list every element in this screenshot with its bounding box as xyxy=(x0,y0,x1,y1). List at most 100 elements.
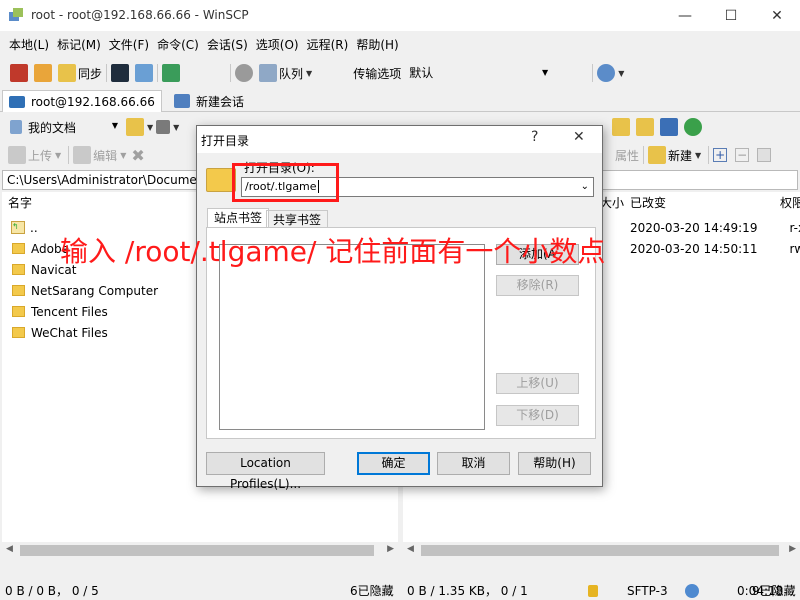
menu-mark[interactable]: 标记(M) xyxy=(57,36,101,53)
location-profiles-button[interactable]: Location Profiles(L)... xyxy=(206,452,325,491)
ok-button[interactable]: 确定 xyxy=(357,452,430,475)
tab-site-bookmarks-label: 站点书签 xyxy=(214,211,263,225)
new-folder-icon[interactable] xyxy=(648,146,667,164)
rights-cell: rw- xyxy=(789,241,800,256)
list-item-label: WeChat Files xyxy=(31,325,108,340)
new-label[interactable]: 新建 xyxy=(668,147,692,164)
scrollbar-thumb[interactable] xyxy=(421,545,779,556)
scroll-left-icon[interactable]: ◀ xyxy=(407,544,414,554)
properties-label[interactable]: 属性 xyxy=(615,147,639,164)
table-row[interactable]: 2020-03-20 14:49:19 r-x xyxy=(630,217,800,238)
collapse-icon[interactable]: − xyxy=(735,148,750,162)
list-item[interactable]: WeChat Files xyxy=(2,322,108,343)
chevron-down-icon[interactable]: ⌄ xyxy=(581,178,589,196)
folder-icon xyxy=(12,306,25,317)
window-title: root - root@192.168.66.66 - WinSCP xyxy=(31,8,249,22)
tab-site-bookmarks[interactable]: 站点书签 xyxy=(207,208,270,228)
filter-toggle-icon[interactable] xyxy=(757,148,772,162)
edit-icon[interactable] xyxy=(73,146,92,164)
menu-local[interactable]: 本地(L) xyxy=(9,36,49,53)
move-down-button[interactable]: 下移(D) xyxy=(496,405,579,426)
remote-column-size[interactable]: 大小 xyxy=(600,192,624,214)
local-location-select[interactable]: 我的文档 ▼ xyxy=(28,119,118,136)
scroll-left-icon[interactable]: ◀ xyxy=(6,544,13,554)
expand-icon[interactable]: + xyxy=(713,148,728,162)
chevron-down-icon[interactable]: ▼ xyxy=(306,69,312,78)
list-item[interactable]: NetSarang Computer xyxy=(2,280,158,301)
chevron-down-icon[interactable]: ▼ xyxy=(55,151,61,160)
close-button[interactable]: ✕ xyxy=(754,0,800,31)
chevron-down-icon[interactable]: ▼ xyxy=(618,69,624,78)
local-column-name[interactable]: 名字 xyxy=(8,192,32,214)
winscp-app-icon xyxy=(9,8,23,21)
separator xyxy=(592,64,594,82)
compare-icon[interactable] xyxy=(10,64,28,82)
scroll-right-icon[interactable]: ▶ xyxy=(789,544,796,554)
edit-label[interactable]: 编辑 xyxy=(93,147,117,164)
upload-icon[interactable] xyxy=(8,146,26,164)
menu-remote[interactable]: 远程(R) xyxy=(307,36,349,53)
list-item[interactable]: ↰.. xyxy=(2,217,38,238)
remote-column-changed[interactable]: 已改变 xyxy=(630,192,666,214)
tab-session-active[interactable]: root@192.168.66.66 xyxy=(2,90,162,112)
home-icon[interactable] xyxy=(660,118,678,136)
delete-icon[interactable]: ✖ xyxy=(131,146,144,165)
chevron-down-icon[interactable]: ▼ xyxy=(147,123,153,132)
remote-column-rights[interactable]: 权限 xyxy=(780,192,800,214)
queue-label[interactable]: 队列 xyxy=(279,65,303,82)
session-time: 0:04:18 xyxy=(737,584,784,598)
folder-icon xyxy=(12,327,25,338)
main-toolbar: 同步 队列 ▼ 传输选项 默认 ▼ ▼ xyxy=(0,60,800,86)
dialog-close-button[interactable]: ✕ xyxy=(573,129,585,145)
tab-new-session[interactable]: 新建会话 xyxy=(168,90,250,112)
menu-session[interactable]: 会话(S) xyxy=(207,36,248,53)
menu-help[interactable]: 帮助(H) xyxy=(356,36,398,53)
session-tabs: root@192.168.66.66 新建会话 xyxy=(0,88,800,112)
chevron-down-icon[interactable]: ▼ xyxy=(695,151,701,160)
filter-icon[interactable] xyxy=(156,120,171,134)
menu-file[interactable]: 文件(F) xyxy=(109,36,149,53)
scroll-right-icon[interactable]: ▶ xyxy=(387,544,394,554)
sync-browse-icon[interactable] xyxy=(34,64,52,82)
bookmarks-list[interactable] xyxy=(219,244,485,430)
list-item[interactable]: Adobe xyxy=(2,238,69,259)
scrollbar-thumb[interactable] xyxy=(20,545,374,556)
help-button[interactable]: 帮助(H) xyxy=(518,452,591,475)
separator xyxy=(68,146,70,164)
move-up-button[interactable]: 上移(U) xyxy=(496,373,579,394)
minimize-button[interactable]: — xyxy=(662,0,708,31)
separator xyxy=(643,146,645,164)
remove-bookmark-button[interactable]: 移除(R) xyxy=(496,275,579,296)
menu-options[interactable]: 选项(O) xyxy=(256,36,299,53)
help-label: 帮助(H) xyxy=(533,456,576,470)
remote-horizontal-scrollbar[interactable]: ◀ ▶ xyxy=(403,542,800,559)
gear-icon[interactable] xyxy=(235,64,254,82)
chevron-down-icon[interactable]: ▼ xyxy=(120,151,126,160)
dialog-help-button[interactable]: ? xyxy=(531,129,538,145)
queue-icon[interactable] xyxy=(259,64,278,82)
local-horizontal-scrollbar[interactable]: ◀ ▶ xyxy=(2,542,398,559)
local-location-value: 我的文档 xyxy=(28,120,77,135)
open-folder-icon[interactable] xyxy=(126,118,144,136)
table-row[interactable]: 2020-03-20 14:50:11 rw- xyxy=(630,238,800,259)
parent-directory-icon[interactable] xyxy=(612,118,630,136)
list-item[interactable]: Tencent Files xyxy=(2,301,108,322)
root-directory-icon[interactable] xyxy=(636,118,654,136)
move-down-label: 下移(D) xyxy=(516,408,559,422)
upload-label[interactable]: 上传 xyxy=(28,147,52,164)
tab-shared-bookmarks[interactable]: 共享书签 xyxy=(266,210,329,228)
maximize-button[interactable]: ☐ xyxy=(708,0,754,31)
tab-session-label: root@192.168.66.66 xyxy=(31,94,155,109)
synchronize-label[interactable]: 同步 xyxy=(78,65,102,82)
move-up-label: 上移(U) xyxy=(516,376,559,390)
putty-icon[interactable] xyxy=(135,64,154,82)
cancel-button[interactable]: 取消 xyxy=(437,452,510,475)
session-icon[interactable] xyxy=(162,64,181,82)
synchronize-icon[interactable] xyxy=(58,64,76,82)
console-icon[interactable] xyxy=(111,64,130,82)
refresh-icon[interactable] xyxy=(684,118,702,136)
menu-command[interactable]: 命令(C) xyxy=(157,36,199,53)
globe-icon[interactable] xyxy=(597,64,616,82)
chevron-down-icon[interactable]: ▼ xyxy=(173,123,179,132)
transfer-settings-select[interactable]: 默认 ▼ xyxy=(407,63,552,83)
